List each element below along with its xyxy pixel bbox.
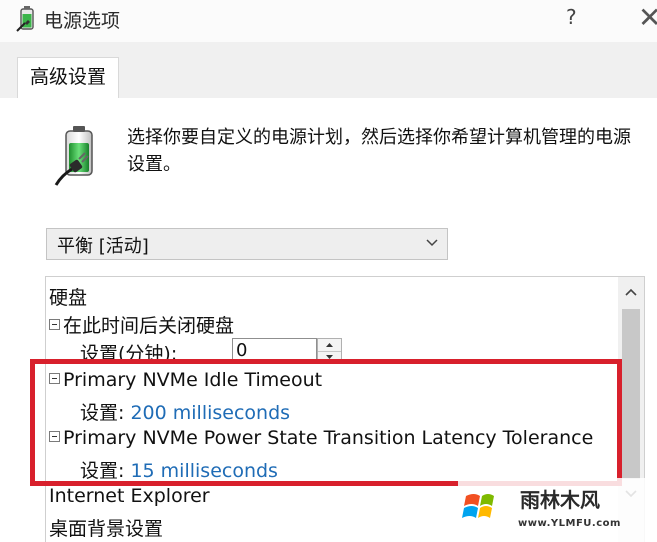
window-title: 电源选项 (44, 10, 121, 32)
chevron-down-icon (426, 239, 438, 247)
battery-plug-icon (54, 126, 93, 186)
setting-label: 设置(分钟): (80, 343, 178, 365)
close-button[interactable]: ✕ (638, 1, 657, 34)
power-plan-selected: 平衡 [活动] (57, 236, 149, 257)
setting-label: 设置: (80, 402, 125, 424)
tree-item-turn-off-disk[interactable]: 在此时间后关闭硬盘 (49, 311, 234, 338)
power-options-icon (16, 6, 34, 32)
power-plan-dropdown[interactable]: 平衡 [活动] (46, 228, 448, 260)
collapse-minus-icon[interactable] (49, 373, 60, 384)
tree-item-hard-disk[interactable]: 硬盘 (49, 283, 87, 310)
watermark-brand: 雨林木风 (520, 488, 600, 512)
latency-tolerance-value-link[interactable]: 15 milliseconds (130, 460, 278, 482)
collapse-minus-icon[interactable] (49, 431, 60, 442)
setting-row-idle-timeout: 设置: 200 milliseconds (80, 398, 290, 425)
scroll-up-icon[interactable] (625, 287, 637, 297)
idle-timeout-value-link[interactable]: 200 milliseconds (130, 402, 290, 424)
minutes-stepper[interactable] (317, 338, 342, 364)
help-button[interactable]: ? (566, 5, 577, 29)
collapse-minus-icon[interactable] (49, 319, 60, 330)
setting-label: 设置: (80, 460, 125, 482)
scroll-thumb[interactable] (622, 309, 640, 479)
tree-item-desktop-background[interactable]: 桌面背景设置 (49, 514, 163, 541)
instruction-text: 选择你要自定义的电源计划，然后选择你希望计算机管理的电源设置。 (127, 127, 631, 175)
setting-row-minutes: 设置(分钟): (80, 339, 177, 366)
tree-item-nvme-idle-timeout[interactable]: Primary NVMe Idle Timeout (49, 369, 322, 391)
title-bar: 电源选项 ? ✕ (0, 0, 657, 42)
stepper-down-icon[interactable] (318, 351, 341, 363)
tab-advanced-settings[interactable]: 高级设置 (17, 57, 119, 98)
setting-row-latency-tolerance: 设置: 15 milliseconds (80, 456, 278, 483)
minutes-input[interactable]: 0 (232, 338, 317, 364)
tree-item-internet-explorer[interactable]: Internet Explorer (49, 485, 210, 507)
watermark-url: www.YLMFU.com (518, 518, 621, 529)
tree-item-nvme-latency-tolerance[interactable]: Primary NVMe Power State Transition Late… (49, 427, 593, 449)
